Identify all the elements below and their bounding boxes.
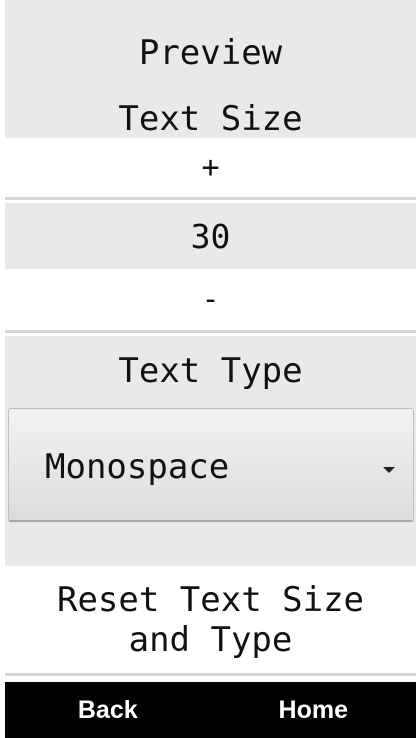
text-type-dropdown[interactable]: Monospace — [8, 408, 414, 522]
text-type-heading-label: Text Type — [118, 351, 303, 391]
preview-title: Preview Text Size — [5, 0, 416, 139]
dropdown-arrow-icon — [383, 467, 395, 473]
increase-text-size-button[interactable]: + — [5, 138, 416, 200]
home-label: Home — [278, 695, 348, 724]
screen: Preview Text Size + 30 - Text Type Monos… — [5, 0, 416, 738]
text-type-area: Monospace — [5, 406, 416, 566]
increase-label: + — [201, 150, 220, 185]
reset-label-line2: and Type — [128, 619, 293, 660]
reset-text-button[interactable]: Reset Text Size and Type — [5, 566, 416, 676]
home-button[interactable]: Home — [211, 682, 416, 738]
back-button[interactable]: Back — [5, 682, 211, 738]
decrease-label: - — [201, 282, 220, 317]
back-label: Back — [77, 695, 138, 724]
reset-label-line1: Reset Text Size — [56, 579, 365, 620]
bottom-nav: Back Home — [5, 682, 416, 738]
text-type-heading: Text Type — [5, 336, 416, 406]
text-type-selected: Monospace — [45, 447, 230, 487]
decrease-text-size-button[interactable]: - — [5, 269, 416, 333]
preview-title-line1: Preview — [138, 33, 283, 73]
text-size-value: 30 — [5, 203, 416, 269]
text-size-number: 30 — [190, 216, 231, 256]
